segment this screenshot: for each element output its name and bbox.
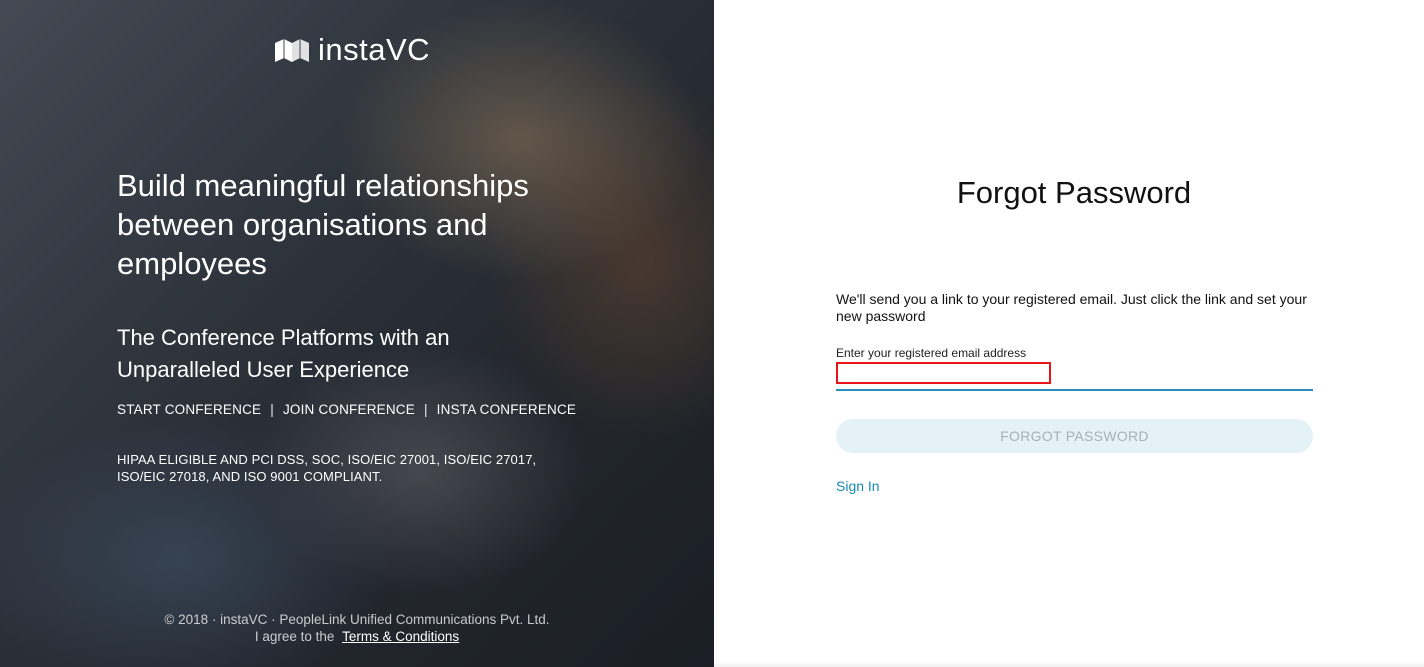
insta-conference-link[interactable]: INSTA CONFERENCE bbox=[437, 402, 576, 417]
bottom-shade bbox=[714, 661, 1424, 667]
link-separator: | bbox=[423, 402, 428, 417]
book-logo-icon bbox=[274, 36, 310, 64]
forgot-password-button[interactable]: FORGOT PASSWORD bbox=[836, 419, 1313, 453]
email-field-underline bbox=[836, 362, 1313, 391]
link-separator: | bbox=[270, 402, 274, 417]
terms-conditions-link[interactable]: Terms & Conditions bbox=[342, 629, 459, 644]
join-conference-link[interactable]: JOIN CONFERENCE bbox=[283, 402, 415, 417]
form-description: We'll send you a link to your registered… bbox=[836, 291, 1307, 324]
hero-footer: © 2018 · instaVC · PeopleLink Unified Co… bbox=[0, 611, 714, 645]
form-panel: Forgot Password We'll send you a link to… bbox=[714, 0, 1424, 667]
brand-name: instaVC bbox=[318, 32, 431, 67]
terms-agree-text: I agree to the bbox=[254, 629, 335, 644]
page-title: Forgot Password bbox=[956, 175, 1192, 210]
brand-logo: instaVC bbox=[274, 32, 430, 68]
forgot-password-page: instaVC Build meaningful relationships b… bbox=[0, 0, 1424, 667]
hero-panel: instaVC Build meaningful relationships b… bbox=[0, 0, 714, 667]
conference-links: START CONFERENCE | JOIN CONFERENCE | INS… bbox=[117, 402, 576, 417]
copyright-text: © 2018 · instaVC · PeopleLink Unified Co… bbox=[164, 612, 550, 627]
email-field[interactable] bbox=[836, 362, 1051, 384]
start-conference-link[interactable]: START CONFERENCE bbox=[117, 402, 261, 417]
hero-headline: Build meaningful relationships between o… bbox=[117, 168, 529, 281]
sign-in-link[interactable]: Sign In bbox=[836, 478, 880, 494]
compliance-text: HIPAA ELIGIBLE AND PCI DSS, SOC, ISO/EIC… bbox=[117, 452, 537, 484]
email-field-label: Enter your registered email address bbox=[836, 346, 1027, 360]
hero-subheadline: The Conference Platforms with an Unparal… bbox=[117, 325, 450, 382]
terms-line: I agree to the Terms & Conditions bbox=[0, 628, 714, 645]
hero-content: instaVC Build meaningful relationships b… bbox=[0, 0, 714, 667]
